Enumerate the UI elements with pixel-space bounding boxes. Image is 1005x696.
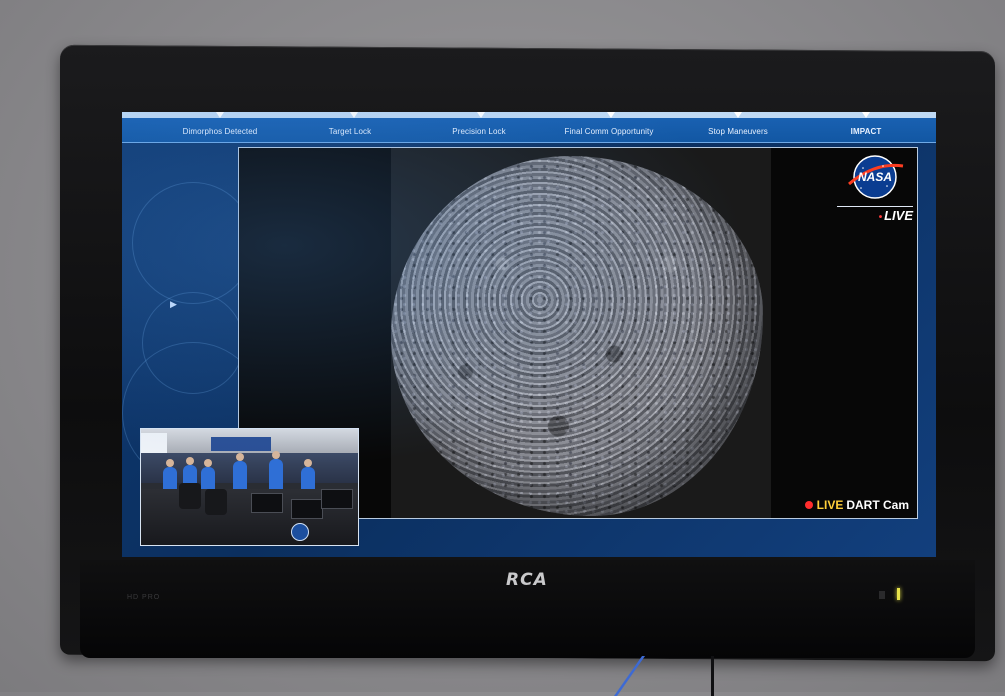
timeline-marker: [734, 112, 742, 118]
decorative-rings: [122, 172, 264, 484]
play-icon: ▶: [170, 299, 177, 309]
rca-logo: RCA: [506, 570, 548, 590]
mission-control-pip: [140, 428, 359, 546]
timeline-marker: [477, 112, 485, 118]
asteroid-dimorphos: [391, 156, 763, 516]
mission-timeline: Dimorphos Detected Target Lock Precision…: [122, 112, 936, 143]
timeline-marker: [862, 112, 870, 118]
power-led-icon: [897, 588, 900, 600]
pip-banner: [211, 437, 271, 451]
milestone-label: Precision Lock: [452, 127, 506, 136]
milestone-label: Stop Maneuvers: [708, 127, 768, 136]
timeline-marker: [350, 112, 358, 118]
timeline-marker: [216, 112, 224, 118]
live-indicator: • LIVE: [837, 206, 913, 223]
milestone-label: Target Lock: [328, 127, 372, 136]
asteroid-surface-texture: [391, 156, 763, 516]
chair: [179, 483, 201, 509]
live-text: LIVE: [884, 208, 913, 223]
pip-badge-icon: [291, 523, 309, 541]
dart-cam-label: LIVE DART Cam: [804, 498, 909, 512]
camera-frame: [391, 148, 771, 518]
nasa-logo-text: NASA: [858, 170, 892, 184]
pip-window: [141, 433, 167, 455]
milestone-label-impact: IMPACT: [850, 127, 882, 136]
timeline-progress-bar: [122, 112, 936, 118]
timeline-marker: [607, 112, 615, 118]
console-monitor: [251, 493, 283, 513]
console-monitor: [291, 499, 323, 519]
milestone-label: Final Comm Opportunity: [564, 127, 654, 136]
console-monitor: [321, 489, 353, 509]
nasa-meatball-icon: NASA: [848, 155, 904, 199]
record-dot-icon: [804, 501, 813, 509]
dart-cam-live: LIVE: [816, 498, 844, 512]
tv-model-text: HD PRO: [127, 594, 161, 601]
chair: [205, 489, 227, 515]
ir-sensor: [879, 591, 885, 599]
black-cable: [711, 656, 714, 696]
dart-cam-name: DART Cam: [846, 498, 909, 512]
milestone-label: Dimorphos Detected: [182, 127, 258, 136]
tv-screen: Dimorphos Detected Target Lock Precision…: [122, 112, 936, 557]
